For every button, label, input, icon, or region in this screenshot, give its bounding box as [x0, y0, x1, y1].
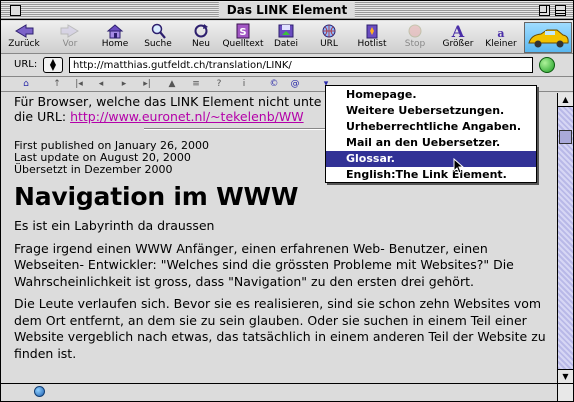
- source-icon: S: [233, 23, 253, 39]
- link-help-icon[interactable]: i: [239, 79, 249, 90]
- save-file-button[interactable]: Datei: [271, 23, 301, 53]
- globe-status-icon: [34, 386, 45, 397]
- magnifier-icon: [148, 23, 168, 39]
- scroll-thumb[interactable]: [559, 130, 572, 144]
- resize-handle-icon[interactable]: [557, 384, 573, 401]
- menu-item-english[interactable]: English:The Link Element.: [326, 167, 536, 183]
- home-icon: [105, 23, 125, 39]
- link-up-icon[interactable]: ↑: [52, 79, 62, 90]
- back-arrow-icon: [14, 23, 34, 39]
- status-bar: [1, 383, 573, 401]
- menu-item-mail[interactable]: Mail an den Uebersetzer.: [326, 135, 536, 151]
- source-button[interactable]: S Quelltext: [221, 23, 265, 53]
- reload-button[interactable]: Neu: [186, 23, 216, 53]
- font-smaller-icon: a: [491, 23, 511, 40]
- paragraph: Es ist ein Labyrinth da draussen: [14, 218, 215, 233]
- link-first-icon[interactable]: |◂: [74, 79, 84, 90]
- svg-text:S: S: [239, 27, 246, 38]
- font-bigger-button[interactable]: A Größer: [441, 22, 475, 53]
- save-file-icon: [276, 23, 296, 39]
- link-popup-menu: Homepage. Weitere Uebersetzungen. Urhebe…: [325, 85, 537, 183]
- collapse-box-icon[interactable]: [555, 5, 566, 16]
- menu-item-copyright[interactable]: Urheberrechtliche Angaben.: [326, 119, 536, 135]
- svg-text:A: A: [451, 23, 465, 39]
- forward-button[interactable]: Vor: [55, 23, 85, 53]
- link-next-icon[interactable]: ▸: [119, 79, 129, 90]
- zoom-box-icon[interactable]: [539, 5, 550, 16]
- stop-button[interactable]: Stop: [400, 23, 430, 53]
- toolbar: Zurück Vor Home Suche Neu S Quelltext Da…: [1, 21, 573, 54]
- scroll-down-arrow-icon[interactable]: ▼: [558, 369, 573, 383]
- reload-icon: [191, 23, 211, 39]
- link-copyright-icon[interactable]: ©: [269, 79, 279, 90]
- menu-item-homepage[interactable]: Homepage.: [326, 87, 536, 103]
- menu-item-translations[interactable]: Weitere Uebersetzungen.: [326, 103, 536, 119]
- url-label: URL:: [14, 59, 38, 70]
- url-button[interactable]: URL: [314, 23, 344, 53]
- back-button[interactable]: Zurück: [7, 23, 41, 53]
- url-history-arrows-icon[interactable]: ▲ ▼: [43, 57, 63, 73]
- link-last-icon[interactable]: ▸|: [142, 79, 152, 90]
- car-logo-icon[interactable]: [524, 22, 572, 53]
- link-home-icon[interactable]: ⌂: [21, 79, 31, 90]
- link-glossary-icon[interactable]: ?: [214, 79, 224, 90]
- window-title: Das LINK Element: [218, 2, 356, 18]
- font-smaller-button[interactable]: a Kleiner: [483, 23, 519, 53]
- font-bigger-icon: A: [448, 22, 468, 41]
- close-box-icon[interactable]: [10, 5, 21, 16]
- paragraph: Die Leute verlaufen sich. Bevor sie es r…: [14, 296, 546, 361]
- menu-item-glossary[interactable]: Glossar.: [326, 151, 536, 167]
- link-author-icon[interactable]: @: [290, 79, 300, 90]
- link-contents-icon[interactable]: ≡: [191, 79, 201, 90]
- url-input[interactable]: [69, 57, 533, 73]
- mouse-cursor-icon: [453, 158, 465, 174]
- link-prev-icon[interactable]: ◂: [96, 79, 106, 90]
- scroll-up-arrow-icon[interactable]: ▲: [558, 93, 573, 107]
- vertical-scrollbar[interactable]: ▲ ▼: [557, 93, 573, 383]
- stop-icon: [405, 23, 425, 39]
- title-bar[interactable]: Das LINK Element: [1, 1, 573, 20]
- hotlist-icon: [362, 23, 382, 39]
- forward-arrow-icon: [60, 23, 80, 39]
- link-index-icon[interactable]: ▲: [167, 79, 177, 90]
- location-bar: URL: ▲ ▼: [1, 55, 573, 77]
- paragraph: Frage irgend einen WWW Anfänger, einen e…: [14, 240, 514, 289]
- hotlist-button[interactable]: Hotlist: [354, 23, 390, 53]
- home-button[interactable]: Home: [99, 23, 131, 53]
- connection-status-icon: [539, 57, 555, 73]
- search-button[interactable]: Suche: [142, 23, 174, 53]
- globe-icon: [319, 23, 339, 39]
- svg-text:a: a: [497, 27, 504, 39]
- page-heading: Navigation im WWW: [14, 182, 299, 211]
- intro-link[interactable]: http://www.euronet.nl/~tekelenb/WW: [70, 109, 304, 124]
- browser-window: Das LINK Element Zurück Vor Home Suche N…: [0, 0, 574, 402]
